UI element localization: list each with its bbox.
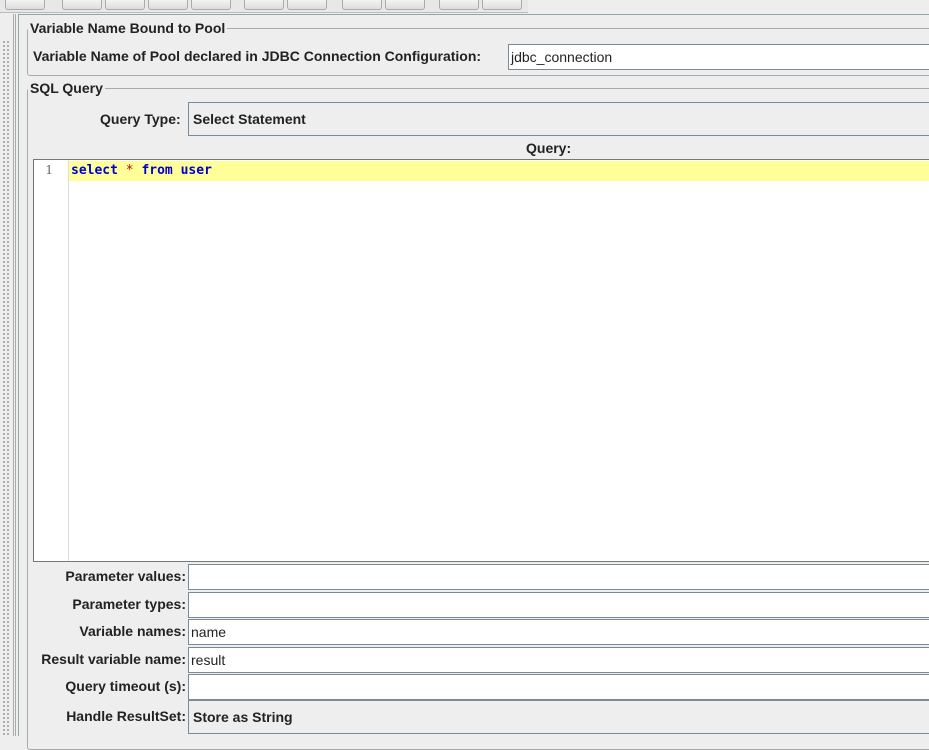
divider <box>13 14 16 736</box>
toolbar <box>0 0 528 13</box>
keyword: select <box>71 163 118 178</box>
query-type-label: Query Type: <box>100 111 181 127</box>
pool-legend: Variable Name Bound to Pool <box>30 20 226 36</box>
toolbar-button[interactable] <box>244 0 284 10</box>
splitter-handle[interactable] <box>2 40 10 736</box>
toolbar-button[interactable] <box>62 0 102 10</box>
keyword: user <box>180 163 212 178</box>
toolbar-button[interactable] <box>105 0 145 10</box>
query-label: Query: <box>526 140 572 156</box>
variable-names-label: Variable names: <box>79 623 186 639</box>
query-timeout-input[interactable] <box>188 674 929 700</box>
toolbar-button[interactable] <box>385 0 425 10</box>
query-type-select[interactable]: Select Statement <box>188 102 929 136</box>
parameter-values-label: Parameter values: <box>65 568 186 584</box>
query-editor[interactable]: 1 select * from user <box>33 159 929 562</box>
toolbar-button[interactable] <box>191 0 231 10</box>
result-variable-label: Result variable name: <box>41 651 186 667</box>
query-timeout-label: Query timeout (s): <box>65 678 186 694</box>
parameter-values-input[interactable] <box>188 564 929 590</box>
keyword: from <box>141 163 173 178</box>
operator: * <box>125 163 134 178</box>
result-variable-input[interactable]: result <box>188 647 929 673</box>
handle-resultset-select[interactable]: Store as String <box>188 700 929 734</box>
variable-names-input[interactable]: name <box>188 619 929 645</box>
handle-resultset-label: Handle ResultSet: <box>66 708 186 724</box>
pool-label: Variable Name of Pool declared in JDBC C… <box>33 48 482 64</box>
pool-name-input[interactable]: jdbc_connection <box>508 44 929 70</box>
line-gutter: 1 <box>34 160 69 561</box>
toolbar-button[interactable] <box>342 0 382 10</box>
line-number: 1 <box>45 163 53 177</box>
toolbar-button[interactable] <box>287 0 327 10</box>
toolbar-button[interactable] <box>148 0 188 10</box>
query-code: select * from user <box>71 163 212 178</box>
toolbar-button[interactable] <box>439 0 479 10</box>
parameter-types-input[interactable] <box>188 592 929 618</box>
toolbar-button[interactable] <box>5 0 45 10</box>
parameter-types-label: Parameter types: <box>72 596 186 612</box>
toolbar-button[interactable] <box>482 0 522 10</box>
sql-legend: SQL Query <box>30 80 103 96</box>
